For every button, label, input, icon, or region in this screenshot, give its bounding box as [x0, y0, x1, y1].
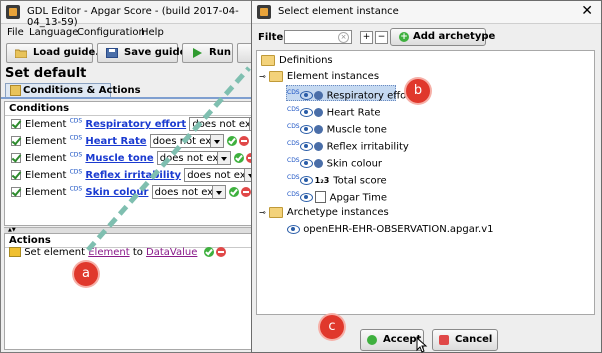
expand-toggle-icon[interactable]: ⊸: [259, 72, 266, 81]
cds-tag: CDS: [287, 89, 300, 96]
tree-element-label: Skin colour: [326, 158, 383, 170]
cds-tag: CDS: [287, 140, 300, 147]
eye-icon: [299, 141, 313, 151]
folder-icon: [268, 70, 283, 82]
tree-element-item[interactable]: CDS Reflex irritability: [287, 136, 409, 152]
tree-archetype-instances[interactable]: ⊸ Archetype instances: [259, 205, 389, 221]
tree-root-label: Definitions: [279, 55, 333, 66]
cds-tag: CDS: [287, 106, 300, 113]
eye-icon: [299, 124, 313, 134]
expand-all-icon[interactable]: +: [360, 31, 373, 44]
dialog-app-icon: [257, 5, 271, 19]
eye-icon: [299, 107, 313, 117]
eye-icon: [299, 158, 313, 168]
tree-archetype-label: openEHR-EHR-OBSERVATION.apgar.v1: [303, 224, 494, 235]
callout-a: a: [74, 262, 98, 286]
callout-c: c: [320, 315, 344, 339]
eye-icon: [287, 224, 300, 234]
cds-tag: CDS: [287, 191, 300, 198]
cds-tag: CDS: [287, 157, 300, 164]
tree-element-label: Apgar Time: [329, 192, 388, 204]
record-icon: [313, 158, 323, 168]
cds-tag: CDS: [287, 123, 300, 130]
tree-element-item[interactable]: CDS Apgar Time: [287, 187, 388, 204]
record-icon: [313, 107, 323, 117]
eye-icon: [299, 90, 313, 100]
cancel-label: Cancel: [455, 334, 493, 345]
tree-element-instances[interactable]: ⊸ Element instances: [259, 69, 379, 85]
tree-node-label: Archetype instances: [286, 207, 389, 218]
collapse-all-icon[interactable]: −: [375, 31, 388, 44]
record-icon: [313, 90, 323, 100]
tree-element-label: Reflex irritability: [326, 141, 409, 153]
date-time-icon: [314, 191, 326, 204]
cancel-icon: [439, 335, 449, 345]
tree-node-label: Element instances: [286, 71, 380, 82]
eye-icon: [299, 192, 313, 202]
add-archetype-button[interactable]: + Add archetype: [390, 28, 495, 46]
check-icon: [367, 335, 377, 345]
cancel-button[interactable]: Cancel: [432, 329, 498, 351]
tree-element-item[interactable]: CDS Heart Rate: [287, 102, 381, 118]
tree-element-label: Total score: [333, 175, 387, 187]
tree-element-item[interactable]: CDS Skin colour: [287, 153, 382, 169]
filter-input[interactable]: ×: [284, 30, 352, 44]
clear-filter-icon[interactable]: ×: [338, 32, 349, 43]
accept-button[interactable]: Accept: [360, 329, 424, 351]
add-archetype-label: Add archetype: [413, 31, 496, 42]
cds-tag: CDS: [287, 174, 300, 181]
folder-icon: [261, 54, 275, 66]
record-icon: [313, 141, 323, 151]
add-icon: +: [399, 32, 409, 42]
dialog-titlebar: Select element instance ✕: [252, 1, 601, 24]
mouse-cursor-icon: [416, 337, 428, 353]
tree-element-item[interactable]: CDS 1₂3 Total score: [287, 170, 387, 186]
count-icon: 1₂3: [314, 176, 330, 186]
eye-icon: [299, 175, 313, 185]
tree-element-item[interactable]: CDS Muscle tone: [287, 119, 387, 135]
tree-element-item[interactable]: CDS Respiratory effort: [287, 85, 414, 101]
tree-root[interactable]: Definitions: [261, 53, 333, 69]
tree-element-label: Muscle tone: [326, 124, 387, 136]
expand-toggle-icon[interactable]: ⊸: [259, 208, 266, 217]
select-element-dialog: Select element instance ✕ Filter : × + −…: [251, 0, 602, 353]
record-icon: [313, 124, 323, 134]
folder-icon: [268, 206, 283, 218]
tree-element-label: Heart Rate: [326, 107, 381, 119]
callout-b: b: [406, 79, 430, 103]
dialog-title: Select element instance: [278, 6, 399, 17]
tree-archetype-item[interactable]: openEHR-EHR-OBSERVATION.apgar.v1: [287, 222, 493, 238]
tree-element-label: Respiratory effort: [326, 90, 415, 102]
close-icon[interactable]: ✕: [581, 3, 593, 19]
